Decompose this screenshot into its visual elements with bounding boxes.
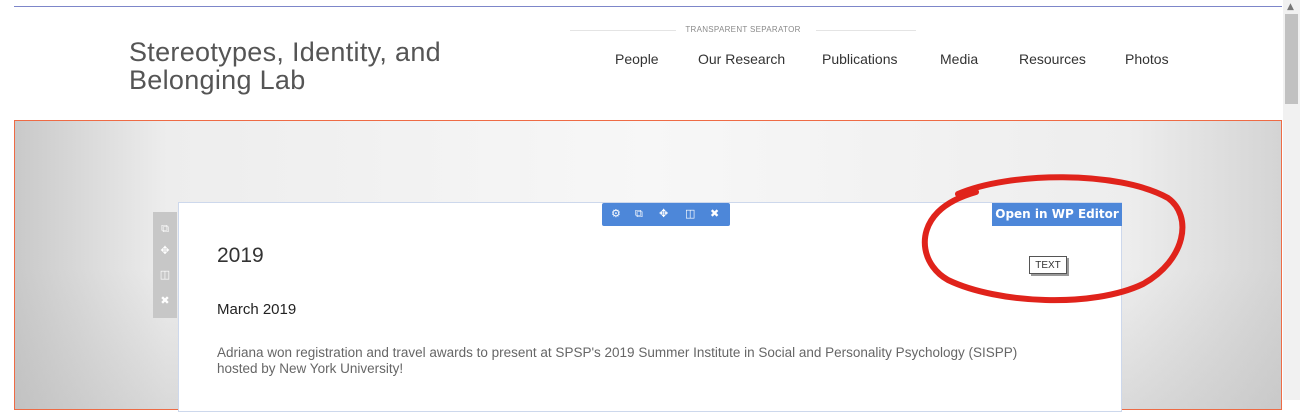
- transparent-separator: TRANSPARENT SEPARATOR: [570, 23, 916, 37]
- nav-item-photos[interactable]: Photos: [1125, 51, 1169, 67]
- site-title-line2: Belonging Lab: [129, 65, 306, 95]
- vertical-scrollbar[interactable]: ▲: [1283, 0, 1300, 400]
- columns-icon[interactable]: ◫: [685, 207, 695, 220]
- nav-item-our-research[interactable]: Our Research: [698, 51, 785, 67]
- gear-icon[interactable]: ⚙: [611, 207, 621, 220]
- nav-item-resources[interactable]: Resources: [1019, 51, 1086, 67]
- module-toolbar: ⚙ ⧉ ✥ ◫ ✖: [602, 203, 730, 226]
- open-in-wp-editor-button[interactable]: Open in WP Editor: [992, 203, 1122, 226]
- nav-item-people[interactable]: People: [615, 51, 659, 67]
- element-type-tag: TEXT: [1029, 256, 1067, 274]
- close-icon[interactable]: ✖: [710, 207, 719, 220]
- scroll-thumb[interactable]: [1285, 14, 1298, 104]
- scroll-up-arrow-icon[interactable]: ▲: [1287, 2, 1294, 12]
- news-paragraph: Adriana won registration and travel awar…: [217, 345, 1018, 376]
- row-side-toolbar: ⧉ ✥ ◫ ✖: [153, 212, 177, 318]
- top-border-line: [14, 6, 1282, 7]
- site-title[interactable]: Stereotypes, Identity, and Belonging Lab: [129, 38, 489, 94]
- month-heading: March 2019: [217, 301, 297, 318]
- separator-line-right: [816, 30, 916, 31]
- text-module-box[interactable]: [178, 202, 1122, 412]
- site-title-line1: Stereotypes, Identity, and: [129, 37, 441, 67]
- nav-item-media[interactable]: Media: [940, 51, 978, 67]
- year-heading: 2019: [217, 244, 264, 267]
- duplicate-icon[interactable]: ⧉: [635, 207, 643, 221]
- nav-item-publications[interactable]: Publications: [822, 51, 898, 67]
- close-icon[interactable]: ✖: [153, 294, 177, 307]
- move-icon[interactable]: ✥: [153, 244, 177, 257]
- move-icon[interactable]: ✥: [659, 207, 668, 220]
- duplicate-icon[interactable]: ⧉: [153, 222, 177, 236]
- columns-icon[interactable]: ◫: [153, 268, 177, 281]
